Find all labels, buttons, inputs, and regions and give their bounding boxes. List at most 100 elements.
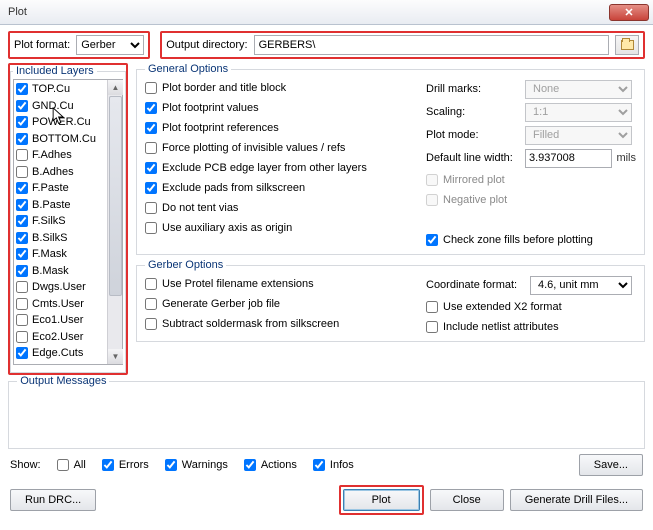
layer-item[interactable]: F.SilkS [16, 213, 105, 230]
layer-item[interactable]: Eco2.User [16, 329, 105, 346]
layer-item[interactable]: Eco1.User [16, 312, 105, 329]
scroll-down-button[interactable]: ▼ [108, 349, 123, 364]
layer-checkbox[interactable] [16, 166, 28, 178]
layer-checkbox[interactable] [16, 298, 28, 310]
layer-checkbox[interactable] [16, 232, 28, 244]
opt-x2-cb[interactable] [426, 301, 438, 313]
opt-no-tent[interactable]: Do not tent vias [145, 199, 416, 216]
opt-fp-values[interactable]: Plot footprint values [145, 99, 416, 116]
folder-icon [621, 40, 634, 50]
opt-protel-cb[interactable] [145, 278, 157, 290]
layer-checkbox[interactable] [16, 133, 28, 145]
opt-exclude-pads[interactable]: Exclude pads from silkscreen [145, 179, 416, 196]
opt-check-zone-cb[interactable] [426, 234, 438, 246]
layer-item[interactable]: F.Adhes [16, 147, 105, 164]
layers-scrollbar[interactable]: ▲ ▼ [107, 80, 122, 364]
layer-item[interactable]: B.Adhes [16, 164, 105, 181]
opt-fp-refs-cb[interactable] [145, 122, 157, 134]
layer-checkbox[interactable] [16, 248, 28, 260]
layer-item[interactable]: B.Mask [16, 263, 105, 280]
opt-mirrored: Mirrored plot [426, 171, 636, 188]
layer-checkbox[interactable] [16, 182, 28, 194]
layer-checkbox[interactable] [16, 100, 28, 112]
generate-drill-files-button[interactable]: Generate Drill Files... [510, 489, 643, 511]
opt-force-invis-cb[interactable] [145, 142, 157, 154]
scroll-up-button[interactable]: ▲ [108, 80, 123, 95]
opt-subtract-mask[interactable]: Subtract soldermask from silkscreen [145, 315, 416, 332]
opt-exclude-pads-cb[interactable] [145, 182, 157, 194]
plot-button[interactable]: Plot [343, 489, 420, 511]
show-label: Show: [10, 459, 41, 471]
layer-checkbox[interactable] [16, 265, 28, 277]
general-options-title: General Options [145, 63, 231, 75]
layer-item[interactable]: Dwgs.User [16, 279, 105, 296]
gerber-options-group: Gerber Options Use Protel filename exten… [136, 259, 645, 342]
opt-protel[interactable]: Use Protel filename extensions [145, 275, 416, 292]
opt-aux-origin[interactable]: Use auxiliary axis as origin [145, 219, 416, 236]
opt-border-title[interactable]: Plot border and title block [145, 79, 416, 96]
show-all[interactable]: All [57, 456, 86, 473]
titlebar: Plot ✕ [0, 0, 653, 25]
opt-exclude-edge-cb[interactable] [145, 162, 157, 174]
browse-output-dir-button[interactable] [615, 35, 639, 55]
layer-item[interactable]: Cmts.User [16, 296, 105, 313]
opt-netlist-cb[interactable] [426, 321, 438, 333]
layer-item[interactable]: F.Mask [16, 246, 105, 263]
layer-checkbox[interactable] [16, 116, 28, 128]
opt-no-tent-cb[interactable] [145, 202, 157, 214]
opt-x2[interactable]: Use extended X2 format [426, 298, 636, 315]
save-button[interactable]: Save... [579, 454, 643, 476]
layer-checkbox[interactable] [16, 83, 28, 95]
show-warnings[interactable]: Warnings [165, 456, 228, 473]
coord-format-select[interactable]: 4.6, unit mm [530, 276, 632, 295]
layer-item[interactable]: B.SilkS [16, 230, 105, 247]
output-messages-box[interactable] [17, 391, 636, 441]
layer-checkbox[interactable] [16, 347, 28, 359]
opt-aux-origin-cb[interactable] [145, 222, 157, 234]
opt-fp-refs[interactable]: Plot footprint references [145, 119, 416, 136]
show-actions[interactable]: Actions [244, 456, 297, 473]
layer-item[interactable]: GND.Cu [16, 98, 105, 115]
drill-marks-select[interactable]: None [525, 80, 632, 99]
layer-label: GND.Cu [32, 98, 74, 114]
plot-format-select[interactable]: Gerber [76, 35, 144, 55]
layer-item[interactable]: F.Paste [16, 180, 105, 197]
opt-subtract-mask-cb[interactable] [145, 318, 157, 330]
opt-fp-values-cb[interactable] [145, 102, 157, 114]
layer-checkbox[interactable] [16, 281, 28, 293]
opt-jobfile-cb[interactable] [145, 298, 157, 310]
layer-item[interactable]: BOTTOM.Cu [16, 131, 105, 148]
included-layers-list[interactable]: TOP.CuGND.CuPOWER.CuBOTTOM.CuF.AdhesB.Ad… [14, 80, 107, 364]
layer-checkbox[interactable] [16, 215, 28, 227]
scroll-thumb[interactable] [109, 96, 122, 296]
layer-item[interactable]: TOP.Cu [16, 81, 105, 98]
show-infos[interactable]: Infos [313, 456, 354, 473]
opt-check-zone[interactable]: Check zone fills before plotting [426, 231, 636, 248]
opt-jobfile[interactable]: Generate Gerber job file [145, 295, 416, 312]
options-column: General Options Plot border and title bl… [136, 63, 645, 375]
bottom-button-bar: Run DRC... Plot Close Generate Drill Fil… [0, 479, 653, 523]
run-drc-button[interactable]: Run DRC... [10, 489, 96, 511]
opt-exclude-edge[interactable]: Exclude PCB edge layer from other layers [145, 159, 416, 176]
layer-item[interactable]: POWER.Cu [16, 114, 105, 131]
opt-negative: Negative plot [426, 191, 636, 208]
opt-force-invis[interactable]: Force plotting of invisible values / ref… [145, 139, 416, 156]
layer-checkbox[interactable] [16, 331, 28, 343]
opt-netlist[interactable]: Include netlist attributes [426, 318, 636, 335]
layer-checkbox[interactable] [16, 149, 28, 161]
layer-checkbox[interactable] [16, 199, 28, 211]
layer-item[interactable]: Margin [16, 362, 105, 365]
scaling-select[interactable]: 1:1 [525, 103, 632, 122]
layer-item[interactable]: Edge.Cuts [16, 345, 105, 362]
layer-checkbox[interactable] [16, 314, 28, 326]
plot-mode-select[interactable]: Filled [525, 126, 632, 145]
close-window-button[interactable]: ✕ [609, 4, 649, 21]
layer-label: F.Mask [32, 246, 67, 262]
close-button[interactable]: Close [430, 489, 504, 511]
line-width-input[interactable] [525, 149, 612, 168]
show-errors[interactable]: Errors [102, 456, 149, 473]
layer-label: Eco1.User [32, 312, 83, 328]
output-directory-input[interactable] [254, 35, 609, 55]
opt-border-title-cb[interactable] [145, 82, 157, 94]
layer-item[interactable]: B.Paste [16, 197, 105, 214]
